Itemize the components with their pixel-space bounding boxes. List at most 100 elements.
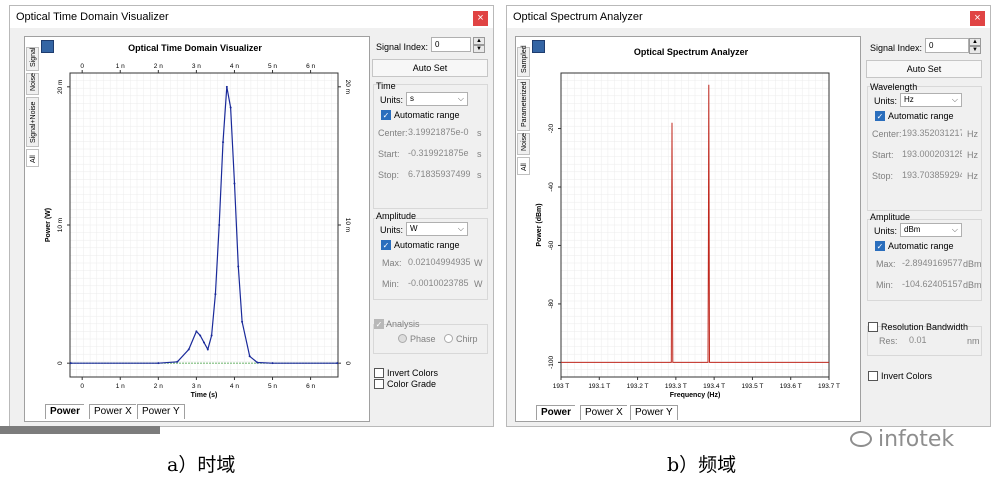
spin-down-icon[interactable]: ▼: [969, 46, 981, 54]
tab-power-y[interactable]: Power Y: [630, 405, 678, 420]
tab-power[interactable]: Power: [45, 404, 85, 419]
x-tick-label: 0: [80, 383, 84, 390]
tab-power-x[interactable]: Power X: [89, 404, 136, 419]
auto-set-button[interactable]: Auto Set: [866, 60, 982, 78]
baseline-dot: [173, 362, 175, 364]
data-point: [241, 320, 244, 323]
y-tick-label: -20: [548, 123, 555, 133]
tab-signal-noise[interactable]: Signal+Noise: [26, 97, 39, 147]
close-button[interactable]: ×: [473, 11, 488, 26]
x-tick-label: 193.2 T: [627, 383, 649, 390]
time-group-label: Time: [376, 81, 396, 91]
time-domain-chart[interactable]: 0 0 1 n 1 n 2 n 2 n 3 n 3 n 4 n 4 n 5 n 5 n 6 n 6 n 0 0…: [40, 55, 368, 403]
spectrum-chart[interactable]: 193 T 193.1 T 193.2 T 193.3 T 193.4 T 193.5 T…: [531, 55, 859, 403]
signal-index-spinner[interactable]: ▲ ▼: [969, 38, 981, 54]
max-value: -2.8949169577: [902, 258, 962, 268]
x-tick-label-top: 1 n: [116, 63, 125, 70]
center-label: Center:: [378, 128, 408, 138]
res-bw-checkbox[interactable]: [868, 322, 878, 332]
data-point: [229, 106, 232, 109]
baseline-dot: [197, 362, 199, 364]
baseline-dot: [191, 362, 193, 364]
signal-index-label: Signal Index:: [870, 43, 923, 53]
data-point: [176, 360, 179, 363]
phase-radio[interactable]: [398, 334, 407, 343]
min-value: -0.0010023785: [408, 278, 469, 288]
tab-power-x[interactable]: Power X: [580, 405, 627, 420]
tab-all[interactable]: All: [517, 157, 530, 175]
y-tick-label: -60: [548, 240, 555, 250]
amp-units-select[interactable]: W ⌵: [406, 222, 468, 236]
time-domain-window: Optical Time Domain Visualizer × Signal …: [9, 5, 494, 427]
x-tick-label-top: 5 n: [268, 63, 277, 70]
time-units-select[interactable]: s ⌵: [406, 92, 468, 106]
center-unit: s: [477, 128, 482, 138]
start-label: Start:: [378, 149, 400, 159]
data-point: [256, 361, 259, 364]
time-auto-label: Automatic range: [394, 110, 460, 120]
caption-right: b）频域: [667, 454, 737, 476]
title-bar[interactable]: Optical Time Domain Visualizer ×: [10, 6, 493, 28]
window-title: Optical Time Domain Visualizer: [16, 11, 169, 23]
data-point: [336, 362, 339, 365]
amp-auto-checkbox[interactable]: ✓: [381, 240, 391, 250]
wl-auto-checkbox[interactable]: ✓: [875, 111, 885, 121]
time-auto-checkbox[interactable]: ✓: [381, 110, 391, 120]
res-unit: nm: [967, 336, 980, 346]
signal-index-input[interactable]: 0: [431, 37, 471, 52]
start-unit: Hz: [967, 150, 978, 160]
y-axis-label: Power (W): [45, 208, 52, 242]
y-tick-label: 10 m: [57, 218, 64, 232]
stop-unit: Hz: [967, 171, 978, 181]
stop-unit: s: [477, 170, 482, 180]
spin-down-icon[interactable]: ▼: [473, 45, 485, 53]
data-point: [233, 182, 236, 185]
x-axis-label: Frequency (Hz): [670, 392, 721, 399]
tab-power-y[interactable]: Power Y: [137, 404, 185, 419]
app-logo-icon: [41, 40, 54, 53]
tab-sampled[interactable]: Sampled: [517, 45, 530, 77]
amp-auto-checkbox[interactable]: ✓: [875, 241, 885, 251]
wl-units-select[interactable]: Hz ⌵: [900, 93, 962, 107]
res-label: Res:: [879, 336, 898, 346]
y-tick-label-right: 0: [344, 361, 351, 365]
bottom-tabs: Power Power X Power Y: [45, 404, 365, 419]
start-value: -0.319921875e: [408, 148, 469, 158]
tab-all[interactable]: All: [26, 149, 39, 167]
analysis-checkbox[interactable]: ✓: [374, 319, 384, 329]
baseline-dot: [188, 362, 190, 364]
baseline-dot: [224, 362, 226, 364]
invert-colors-checkbox[interactable]: [374, 368, 384, 378]
amp-units-select[interactable]: dBm ⌵: [900, 223, 962, 237]
signal-index-input[interactable]: 0: [925, 38, 969, 53]
auto-set-button[interactable]: Auto Set: [372, 59, 488, 77]
baseline-dot: [251, 362, 253, 364]
stop-label: Stop:: [378, 170, 400, 180]
baseline-dot: [179, 362, 181, 364]
tab-noise[interactable]: Noise: [26, 73, 39, 95]
baseline-dot: [221, 362, 223, 364]
data-point: [248, 355, 251, 358]
max-unit: W: [474, 258, 483, 268]
data-point: [69, 362, 72, 365]
invert-colors-checkbox[interactable]: [868, 371, 878, 381]
spin-up-icon[interactable]: ▲: [473, 37, 485, 45]
chirp-radio[interactable]: [444, 334, 453, 343]
color-grade-checkbox[interactable]: [374, 379, 384, 389]
chevron-down-icon: ⌵: [951, 225, 958, 234]
tab-parameterized[interactable]: Parameterized: [517, 79, 530, 131]
signal-index-spinner[interactable]: ▲ ▼: [473, 37, 485, 53]
phase-label: Phase: [410, 334, 436, 344]
data-point: [199, 334, 202, 337]
spin-up-icon[interactable]: ▲: [969, 38, 981, 46]
tab-signal[interactable]: Signal: [26, 47, 39, 71]
stop-value: 193.703859294: [902, 170, 962, 180]
data-point: [206, 348, 209, 351]
close-button[interactable]: ×: [970, 11, 985, 26]
data-point: [195, 330, 198, 333]
tab-power[interactable]: Power: [536, 405, 576, 420]
title-bar[interactable]: Optical Spectrum Analyzer ×: [507, 6, 990, 28]
data-point: [271, 362, 274, 365]
tab-noise[interactable]: Noise: [517, 133, 530, 155]
time-units-label: Units:: [380, 95, 404, 105]
